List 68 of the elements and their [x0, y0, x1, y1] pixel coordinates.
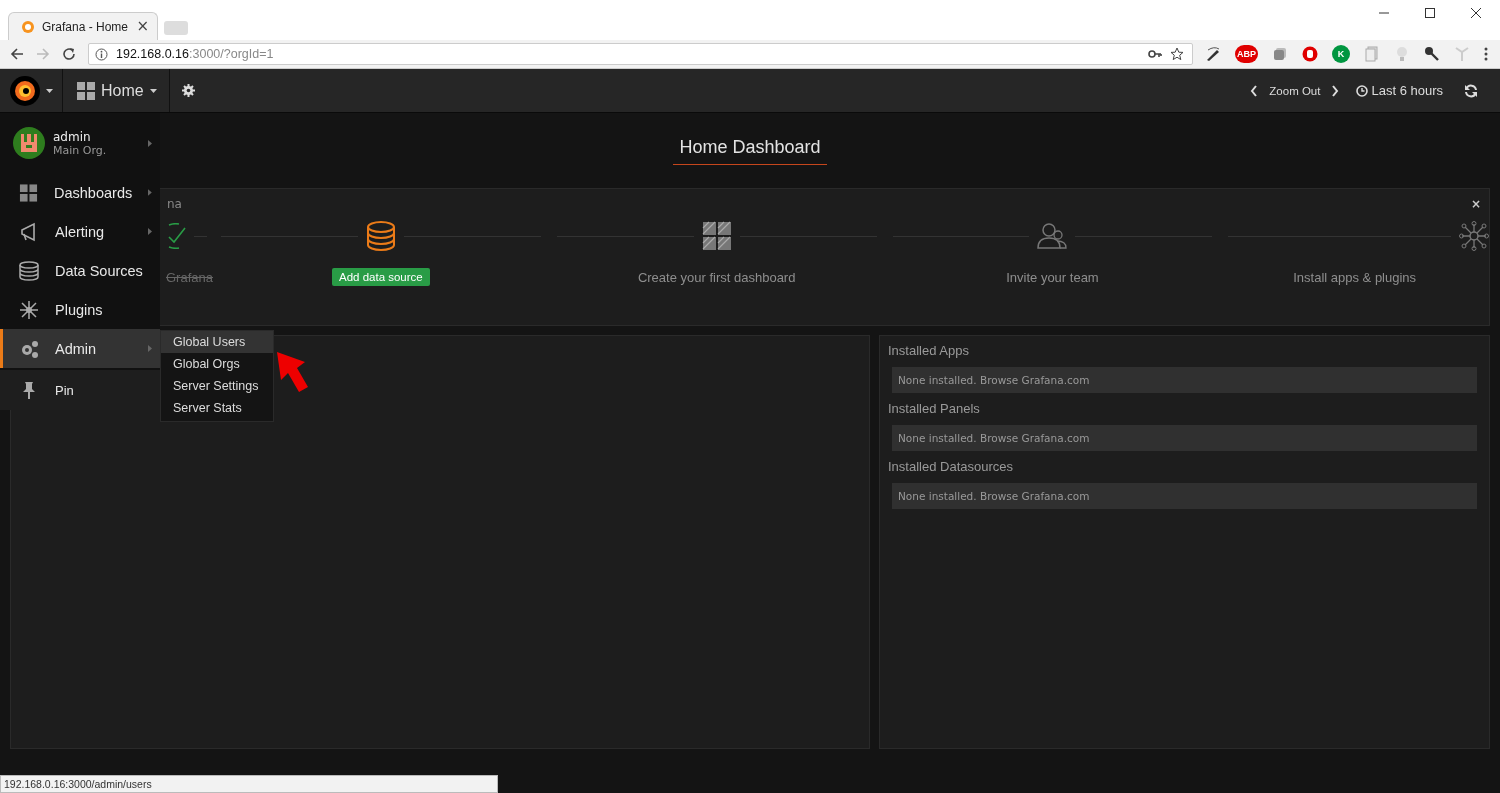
- side-menu-item[interactable]: Plugins: [0, 290, 160, 329]
- close-button[interactable]: ×: [1470, 197, 1481, 211]
- step-label[interactable]: Create your first dashboard: [637, 269, 796, 285]
- submenu-item[interactable]: Global Users: [161, 331, 273, 353]
- check-circle-icon: [168, 223, 186, 249]
- back-icon[interactable]: [10, 47, 24, 61]
- status-url: 192.168.0.16:3000/admin/users: [0, 775, 498, 793]
- zoom-out-button[interactable]: Zoom Out: [1269, 84, 1321, 97]
- time-range-button[interactable]: Last 6 hours: [1356, 83, 1443, 98]
- empty-message[interactable]: None installed. Browse Grafana.com: [892, 425, 1477, 451]
- side-menu-item[interactable]: Dashboards: [0, 173, 160, 212]
- key-icon[interactable]: [1148, 47, 1162, 61]
- step-label: Grafana: [166, 269, 213, 285]
- network-icon: [1459, 221, 1489, 251]
- caret-icon: [45, 88, 53, 93]
- step-label[interactable]: Install apps & plugins: [1293, 269, 1417, 285]
- panel-title: na: [167, 197, 182, 211]
- pin-menu-item[interactable]: Pin: [0, 370, 160, 410]
- empty-message[interactable]: None installed. Browse Grafana.com: [892, 483, 1477, 509]
- dashboard-title: Home Dashboard: [673, 137, 827, 165]
- pointer-arrow-icon: [274, 349, 310, 395]
- key-icon[interactable]: [1424, 46, 1440, 62]
- info-icon: [95, 47, 108, 61]
- star-icon[interactable]: [1170, 47, 1184, 61]
- user-name: admin: [53, 129, 92, 144]
- maximize-icon[interactable]: [1424, 7, 1436, 19]
- refresh-icon[interactable]: [1464, 83, 1478, 98]
- avatar-icon: [13, 127, 45, 159]
- chevron-left-icon[interactable]: [1250, 84, 1259, 97]
- grid-icon: [19, 182, 38, 203]
- side-menu-item[interactable]: Alerting: [0, 212, 160, 251]
- grid-icon: [701, 221, 732, 251]
- menu-icon[interactable]: [1484, 47, 1488, 61]
- tab-title: Grafana - Home: [42, 19, 130, 34]
- browser-tab[interactable]: Grafana - Home ×: [8, 12, 158, 40]
- users-icon: [1037, 221, 1068, 251]
- close-tab-button[interactable]: ×: [136, 19, 149, 34]
- caret-right-icon: [148, 139, 152, 147]
- url-text: 192.168.0.16:3000/?orgId=1: [116, 47, 274, 61]
- empty-message[interactable]: None installed. Browse Grafana.com: [892, 367, 1477, 393]
- clock-icon: [1356, 84, 1369, 97]
- grid-icon: [77, 81, 95, 100]
- side-menu-item[interactable]: Data Sources: [0, 251, 160, 290]
- reload-icon[interactable]: [62, 47, 76, 61]
- org-name: Main Org.: [53, 143, 108, 157]
- squares-icon[interactable]: [1272, 46, 1288, 62]
- submenu-item[interactable]: Server Stats: [161, 397, 273, 419]
- add-data-source-button[interactable]: Add data source: [332, 268, 430, 286]
- section-title: Installed Panels: [888, 400, 981, 418]
- section-title: Installed Apps: [888, 342, 970, 360]
- submenu-item[interactable]: Server Settings: [161, 375, 273, 397]
- close-icon[interactable]: [1470, 7, 1482, 19]
- extension-icon[interactable]: K: [1332, 45, 1350, 63]
- caret-icon: [149, 88, 157, 93]
- extension-icon[interactable]: ABP: [1235, 45, 1258, 63]
- database-icon: [19, 260, 39, 281]
- section-title: Installed Datasources: [888, 458, 1014, 476]
- submenu-item[interactable]: Global Orgs: [161, 353, 273, 375]
- side-menu-item[interactable]: Admin: [0, 329, 160, 368]
- dashboard-picker[interactable]: Home: [63, 69, 170, 112]
- step-label[interactable]: Invite your team: [1006, 269, 1099, 285]
- settings-icon[interactable]: [181, 84, 195, 97]
- address-field[interactable]: 192.168.0.16:3000/?orgId=1: [88, 43, 1193, 65]
- pen-icon[interactable]: [1205, 46, 1221, 62]
- network-icon: [19, 299, 39, 320]
- user-menu-item[interactable]: admin Main Org.: [0, 113, 160, 173]
- chevron-right-icon[interactable]: [1331, 84, 1340, 97]
- database-icon: [365, 221, 396, 251]
